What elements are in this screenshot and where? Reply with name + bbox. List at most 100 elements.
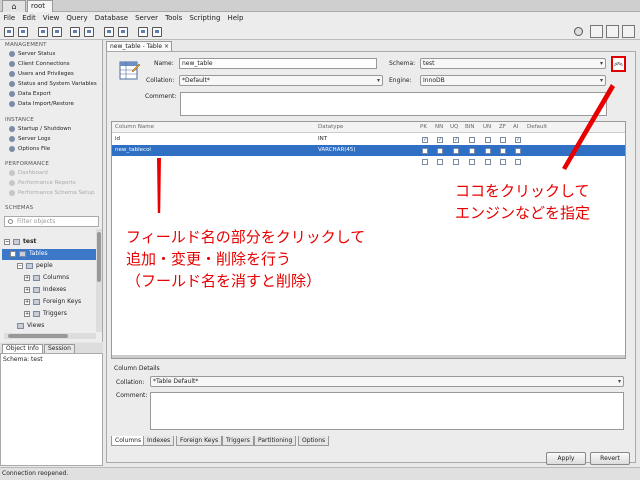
menu-scripting[interactable]: Scripting	[186, 14, 224, 22]
tab-triggers[interactable]: Triggers	[222, 436, 254, 446]
expand-icon[interactable]: +	[24, 298, 30, 305]
datatype-cell[interactable]: INT	[318, 136, 327, 142]
header-zf[interactable]: ZF	[499, 124, 506, 130]
uq-checkbox[interactable]: ✓	[453, 137, 459, 143]
pk-checkbox[interactable]	[422, 148, 428, 154]
tab-options[interactable]: Options	[298, 436, 330, 446]
new-sql-tab-icon[interactable]	[4, 27, 14, 37]
filter-objects-input[interactable]: Filter objects	[4, 216, 99, 227]
uq-checkbox[interactable]	[453, 148, 459, 154]
reconnect-icon[interactable]	[152, 27, 162, 37]
toggle-sidebar-icon[interactable]	[590, 25, 603, 38]
menu-server[interactable]: Server	[132, 14, 162, 22]
home-tab[interactable]: ⌂	[2, 0, 26, 12]
nn-checkbox[interactable]	[437, 148, 443, 154]
header-ai[interactable]: AI	[513, 124, 518, 130]
sidebar-item-data-export[interactable]: Data Export	[9, 91, 51, 97]
toggle-secondary-sidebar-icon[interactable]	[622, 25, 635, 38]
create-table-icon[interactable]	[70, 27, 80, 37]
tab-indexes[interactable]: Indexes	[143, 436, 175, 446]
open-sql-script-icon[interactable]	[18, 27, 28, 37]
uq-checkbox[interactable]	[453, 159, 459, 165]
collapse-icon[interactable]: −	[4, 238, 10, 245]
column-comment-textarea[interactable]	[150, 392, 624, 430]
menu-query[interactable]: Query	[63, 14, 91, 22]
tree-table-peple[interactable]: − peple	[17, 262, 53, 269]
create-view-icon[interactable]	[84, 27, 94, 37]
bin-checkbox[interactable]	[469, 137, 475, 143]
toggle-output-icon[interactable]	[606, 25, 619, 38]
column-name-cell[interactable]: id	[115, 136, 120, 142]
inspector-icon[interactable]	[38, 27, 48, 37]
collapse-icon[interactable]: −	[17, 262, 23, 269]
scrollbar-thumb[interactable]	[8, 334, 68, 338]
sidebar-item-users-privileges[interactable]: Users and Privileges	[9, 71, 74, 77]
bin-checkbox[interactable]	[469, 159, 475, 165]
sidebar-item-server-status[interactable]: Server Status	[9, 51, 55, 57]
settings-icon[interactable]	[574, 27, 583, 36]
menu-help[interactable]: Help	[224, 14, 247, 22]
create-procedure-icon[interactable]	[104, 27, 114, 37]
sidebar-item-server-logs[interactable]: Server Logs	[9, 136, 50, 142]
tab-foreign-keys[interactable]: Foreign Keys	[176, 436, 223, 446]
un-checkbox[interactable]	[485, 148, 491, 154]
pk-checkbox[interactable]	[422, 159, 428, 165]
menu-tools[interactable]: Tools	[162, 14, 186, 22]
zf-checkbox[interactable]	[500, 137, 506, 143]
menu-file[interactable]: File	[0, 14, 19, 22]
sidebar-item-client-connections[interactable]: Client Connections	[9, 61, 70, 67]
collation-select[interactable]: *Default*	[179, 75, 383, 86]
collapse-details-button[interactable]: ︽	[611, 56, 626, 72]
selected-table-row[interactable]	[112, 145, 625, 156]
create-schema-icon[interactable]	[52, 27, 62, 37]
header-uq[interactable]: UQ	[450, 124, 458, 130]
collapse-icon[interactable]: −	[10, 250, 16, 257]
column-name-cell[interactable]: new_tablecol	[115, 147, 151, 153]
bin-checkbox[interactable]	[469, 148, 475, 154]
create-function-icon[interactable]	[118, 27, 128, 37]
nn-checkbox[interactable]	[437, 159, 443, 165]
menu-database[interactable]: Database	[91, 14, 131, 22]
un-checkbox[interactable]	[485, 159, 491, 165]
sidebar-item-performance-schema-setup[interactable]: Performance Schema Setup	[9, 190, 94, 196]
pk-checkbox[interactable]: ✓	[422, 137, 428, 143]
close-icon[interactable]: ×	[164, 43, 169, 50]
search-table-data-icon[interactable]	[138, 27, 148, 37]
un-checkbox[interactable]	[485, 137, 491, 143]
header-bin[interactable]: BIN	[465, 124, 475, 130]
ai-checkbox[interactable]	[515, 148, 521, 154]
sidebar-item-status-variables[interactable]: Status and System Variables	[9, 81, 97, 87]
datatype-cell[interactable]: VARCHAR(45)	[318, 147, 356, 153]
tree-foreign-keys[interactable]: + Foreign Keys	[24, 298, 81, 305]
column-collation-select[interactable]: *Table Default*	[150, 376, 624, 387]
expand-icon[interactable]: +	[24, 286, 30, 293]
zf-checkbox[interactable]	[500, 148, 506, 154]
sidebar-item-performance-reports[interactable]: Performance Reports	[9, 180, 76, 186]
header-datatype[interactable]: Datatype	[318, 124, 343, 130]
scrollbar-thumb[interactable]	[97, 232, 101, 282]
sidebar-item-data-import[interactable]: Data Import/Restore	[9, 101, 74, 107]
tab-partitioning[interactable]: Partitioning	[254, 436, 297, 446]
header-default[interactable]: Default	[527, 124, 547, 130]
revert-button[interactable]: Revert	[590, 452, 630, 465]
sidebar-item-startup-shutdown[interactable]: Startup / Shutdown	[9, 126, 71, 132]
tab-columns[interactable]: Columns	[111, 436, 146, 446]
menu-view[interactable]: View	[39, 14, 63, 22]
connection-tab-root[interactable]: root ×	[27, 0, 53, 21]
tree-indexes[interactable]: + Indexes	[24, 286, 66, 293]
expand-icon[interactable]: +	[24, 310, 30, 317]
expand-icon[interactable]: +	[24, 274, 30, 281]
zf-checkbox[interactable]	[500, 159, 506, 165]
tree-tables[interactable]: − Tables	[10, 250, 48, 257]
apply-button[interactable]: Apply	[546, 452, 586, 465]
sidebar-item-dashboard[interactable]: Dashboard	[9, 170, 48, 176]
ai-checkbox[interactable]	[515, 159, 521, 165]
header-nn[interactable]: NN	[435, 124, 443, 130]
tree-columns[interactable]: + Columns	[24, 274, 69, 281]
grid-splitter[interactable]	[112, 355, 625, 358]
tree-schema-test[interactable]: − test	[4, 238, 36, 245]
table-comment-textarea[interactable]	[180, 92, 607, 116]
tree-views[interactable]: Views	[17, 322, 44, 329]
header-pk[interactable]: PK	[420, 124, 427, 130]
table-name-input[interactable]: new_table	[179, 58, 377, 69]
